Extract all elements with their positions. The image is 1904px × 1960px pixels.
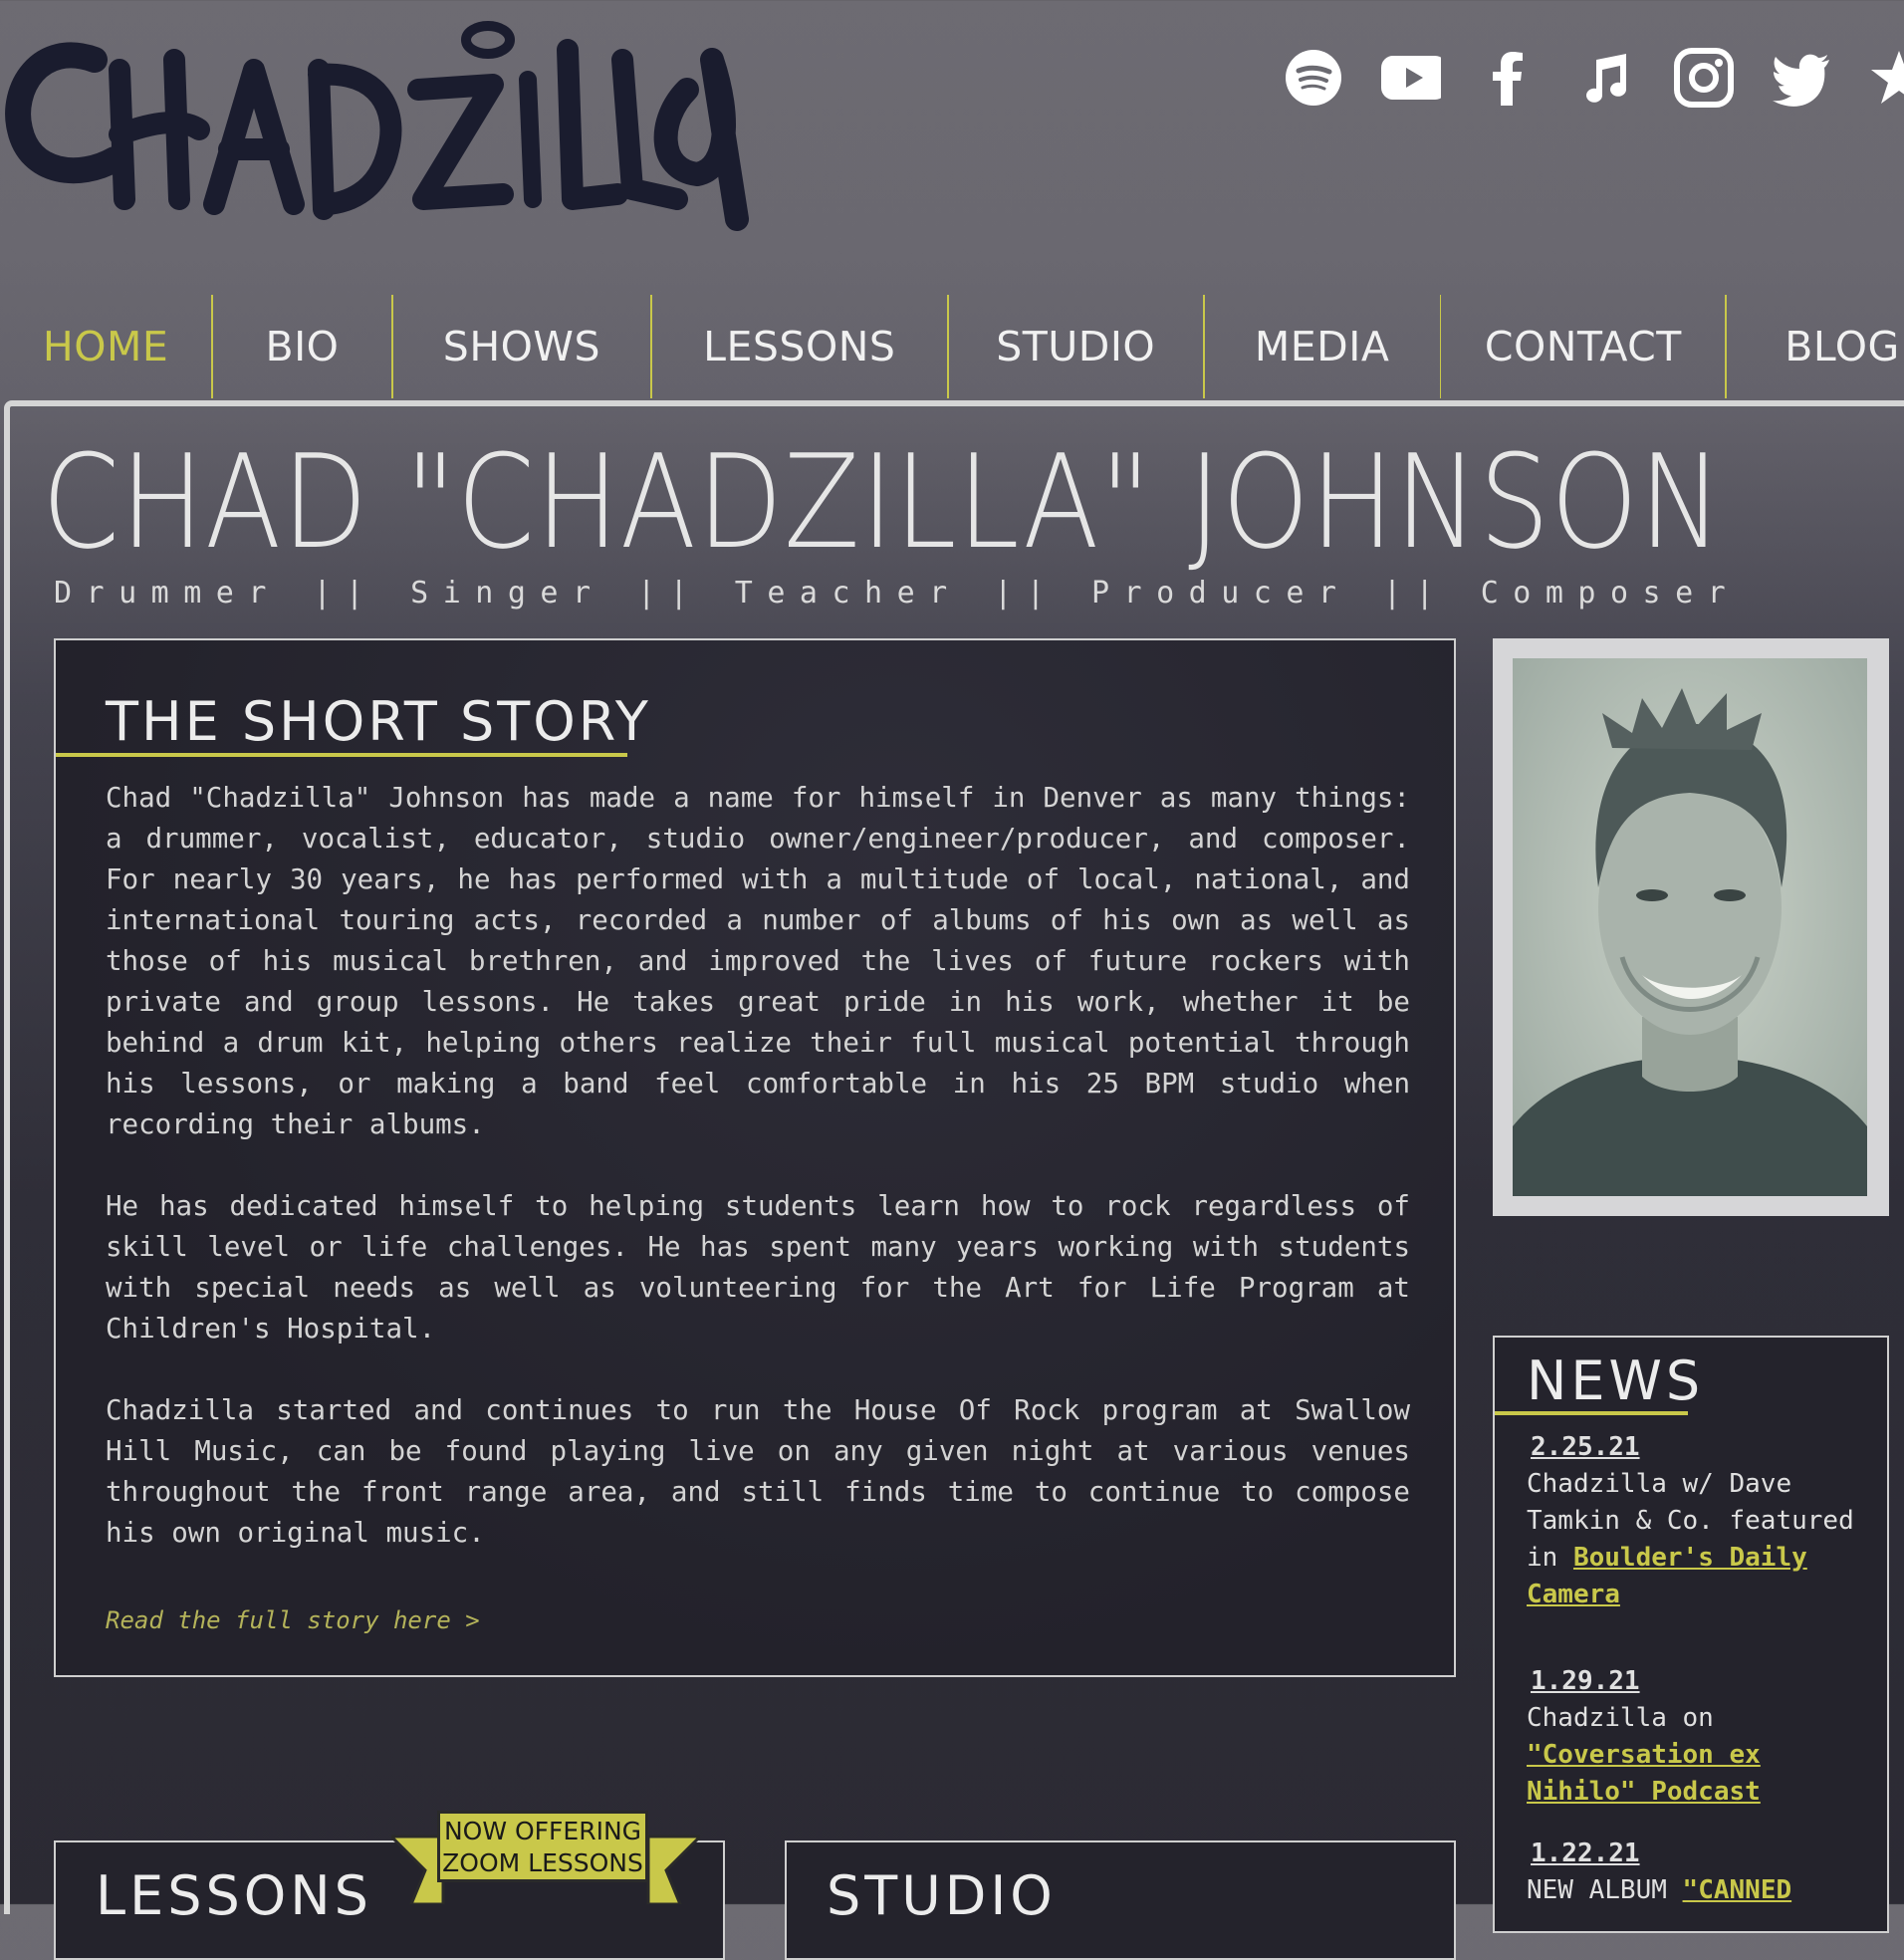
news-text: Chadzilla on — [1527, 1703, 1714, 1733]
news-link[interactable]: "Coversation ex Nihilo" Podcast — [1527, 1740, 1761, 1807]
heading-underline — [56, 753, 627, 757]
page-subtitle: Drummer || Singer || Teacher || Producer… — [54, 576, 1741, 611]
site-header — [0, 0, 1904, 299]
story-paragraph: Chad "Chadzilla" Johnson has made a name… — [106, 782, 1410, 1140]
news-item: 1.29.21 Chadzilla on "Coversation ex Nih… — [1527, 1663, 1865, 1811]
nav-lessons[interactable]: LESSONS — [652, 295, 947, 398]
zoom-lessons-banner[interactable]: NOW OFFERING ZOOM LESSONS — [391, 1805, 700, 1904]
social-links — [1265, 40, 1904, 116]
portrait-frame — [1493, 638, 1889, 1216]
star-icon[interactable] — [1850, 40, 1904, 116]
nav-contact[interactable]: CONTACT — [1441, 295, 1725, 398]
news-date: 2.25.21 — [1531, 1432, 1640, 1462]
youtube-icon[interactable] — [1362, 40, 1460, 116]
news-item: 2.25.21 Chadzilla w/ Dave Tamkin & Co. f… — [1527, 1429, 1865, 1613]
main-nav: HOME BIO SHOWS LESSONS STUDIO MEDIA CONT… — [0, 295, 1904, 398]
news-date: 1.29.21 — [1531, 1666, 1640, 1696]
news-text: NEW ALBUM — [1527, 1875, 1683, 1905]
news-item: 1.22.21 NEW ALBUM "CANNED — [1527, 1836, 1865, 1909]
news-date: 1.22.21 — [1531, 1838, 1640, 1868]
banner-line: ZOOM LESSONS — [442, 1848, 643, 1877]
instagram-icon[interactable] — [1655, 40, 1753, 116]
nav-media[interactable]: MEDIA — [1205, 295, 1440, 398]
short-story-heading: THE SHORT STORY — [106, 690, 651, 753]
nav-bio[interactable]: BIO — [213, 295, 391, 398]
spotify-icon[interactable] — [1265, 40, 1362, 116]
heading-underline — [1495, 1411, 1688, 1415]
banner-label: NOW OFFERING ZOOM LESSONS — [437, 1811, 648, 1882]
short-story-body: Chad "Chadzilla" Johnson has made a name… — [106, 778, 1410, 1594]
news-link[interactable]: "CANNED — [1683, 1875, 1792, 1905]
news-card: NEWS 2.25.21 Chadzilla w/ Dave Tamkin & … — [1493, 1336, 1889, 1933]
nav-studio[interactable]: STUDIO — [949, 295, 1203, 398]
news-heading: NEWS — [1527, 1349, 1705, 1412]
banner-line: NOW OFFERING — [443, 1817, 642, 1845]
twitter-icon[interactable] — [1753, 40, 1850, 116]
short-story-card: THE SHORT STORY Chad "Chadzilla" Johnson… — [54, 638, 1456, 1677]
music-note-icon[interactable] — [1557, 40, 1655, 116]
nav-blog[interactable]: BLOG — [1727, 295, 1904, 398]
studio-heading: STUDIO — [827, 1864, 1057, 1927]
portrait-photo — [1513, 658, 1867, 1196]
lessons-heading: LESSONS — [96, 1864, 372, 1927]
nav-home[interactable]: HOME — [0, 295, 211, 398]
story-paragraph: He has dedicated himself to helping stud… — [106, 1190, 1410, 1345]
nav-shows[interactable]: SHOWS — [393, 295, 650, 398]
page-title: CHAD "CHADZILLA" JOHNSON — [42, 426, 1724, 578]
facebook-icon[interactable] — [1460, 40, 1557, 116]
chadzilla-logo[interactable] — [0, 0, 757, 244]
studio-card[interactable]: STUDIO — [785, 1840, 1456, 1960]
story-paragraph: Chadzilla started and continues to run t… — [106, 1394, 1410, 1549]
full-story-link[interactable]: Read the full story here > — [106, 1606, 480, 1634]
